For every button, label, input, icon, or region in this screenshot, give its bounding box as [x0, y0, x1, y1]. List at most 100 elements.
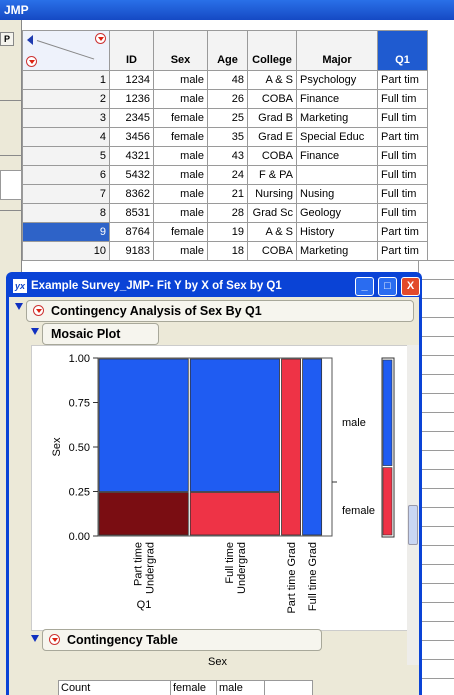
- cell-sex[interactable]: male: [153, 89, 208, 109]
- cell-major[interactable]: Nusing: [296, 184, 378, 204]
- row-number[interactable]: 2: [22, 89, 110, 109]
- table-row[interactable]: 2 1236 male 26 COBA Finance Full tim: [22, 89, 428, 109]
- cell-age[interactable]: 43: [207, 146, 248, 166]
- column-header-id[interactable]: ID: [109, 30, 154, 71]
- cell-major[interactable]: Marketing: [296, 241, 378, 261]
- row-number[interactable]: 9: [22, 222, 110, 242]
- scrollbar-thumb[interactable]: [408, 505, 418, 545]
- table-row[interactable]: 5 4321 male 43 COBA Finance Full tim: [22, 146, 428, 166]
- cell-college[interactable]: A & S: [247, 222, 297, 242]
- table-row[interactable]: 4 3456 female 35 Grad E Special Educ Part tim: [22, 127, 428, 147]
- mosaic-bar-male[interactable]: [98, 358, 189, 492]
- cell-q1[interactable]: Part tim: [377, 222, 428, 242]
- analysis-outline-header[interactable]: Contingency Analysis of Sex By Q1: [26, 300, 414, 322]
- column-header-age[interactable]: Age: [207, 30, 248, 71]
- row-number[interactable]: 4: [22, 127, 110, 147]
- cell-q1[interactable]: Full tim: [377, 108, 428, 128]
- report-window-title-bar[interactable]: yx Example Survey_JMP- Fit Y by X of Sex…: [9, 275, 420, 297]
- cell-id[interactable]: 1236: [109, 89, 154, 109]
- mosaic-plot-header[interactable]: Mosaic Plot: [42, 323, 159, 345]
- cell-college[interactable]: Grad B: [247, 108, 297, 128]
- mosaic-bar-male[interactable]: [302, 358, 323, 536]
- cell-major[interactable]: Geology: [296, 203, 378, 223]
- collapse-triangle-icon[interactable]: [15, 303, 23, 310]
- cell-sex[interactable]: male: [153, 241, 208, 261]
- row-number[interactable]: 3: [22, 108, 110, 128]
- cell-q1[interactable]: Full tim: [377, 165, 428, 185]
- table-row[interactable]: 9 8764 female 19 A & S History Part tim: [22, 222, 428, 242]
- mosaic-bar-female[interactable]: [281, 358, 301, 536]
- cell-sex[interactable]: male: [153, 203, 208, 223]
- cell-major[interactable]: [296, 165, 378, 185]
- row-number[interactable]: 8: [22, 203, 110, 223]
- collapse-triangle-icon[interactable]: [31, 635, 39, 642]
- cell-college[interactable]: A & S: [247, 70, 297, 90]
- cell-college[interactable]: Grad E: [247, 127, 297, 147]
- red-triangle-menu-icon[interactable]: [49, 634, 60, 645]
- row-number[interactable]: 6: [22, 165, 110, 185]
- cell-q1[interactable]: Full tim: [377, 89, 428, 109]
- cell-college[interactable]: COBA: [247, 89, 297, 109]
- cell-id[interactable]: 1234: [109, 70, 154, 90]
- cell-sex[interactable]: female: [153, 127, 208, 147]
- row-triangle-icon[interactable]: [27, 35, 33, 45]
- table-corner[interactable]: [22, 30, 110, 71]
- column-header-sex[interactable]: Sex: [153, 30, 208, 71]
- maximize-button[interactable]: □: [378, 277, 397, 296]
- cell-sex[interactable]: male: [153, 70, 208, 90]
- cell-major[interactable]: Special Educ: [296, 127, 378, 147]
- cell-major[interactable]: Marketing: [296, 108, 378, 128]
- cell-college[interactable]: F & PA: [247, 165, 297, 185]
- cell-q1[interactable]: Full tim: [377, 146, 428, 166]
- minimize-button[interactable]: _: [355, 277, 374, 296]
- panel-toggle-button[interactable]: P: [0, 32, 14, 46]
- cell-age[interactable]: 19: [207, 222, 248, 242]
- cell-q1[interactable]: Full tim: [377, 203, 428, 223]
- mosaic-bar-male[interactable]: [189, 358, 280, 492]
- cell-age[interactable]: 26: [207, 89, 248, 109]
- cell-id[interactable]: 8764: [109, 222, 154, 242]
- cell-major[interactable]: Psychology: [296, 70, 378, 90]
- cell-sex[interactable]: female: [153, 222, 208, 242]
- cell-sex[interactable]: female: [153, 108, 208, 128]
- mosaic-bar-female[interactable]: [98, 492, 189, 536]
- cell-sex[interactable]: male: [153, 146, 208, 166]
- cell-id[interactable]: 5432: [109, 165, 154, 185]
- cell-age[interactable]: 21: [207, 184, 248, 204]
- cell-age[interactable]: 28: [207, 203, 248, 223]
- table-row[interactable]: 8 8531 male 28 Grad Sc Geology Full tim: [22, 203, 428, 223]
- cell-sex[interactable]: male: [153, 184, 208, 204]
- cell-age[interactable]: 25: [207, 108, 248, 128]
- collapse-triangle-icon[interactable]: [31, 328, 39, 335]
- row-number[interactable]: 5: [22, 146, 110, 166]
- cell-q1[interactable]: Full tim: [377, 184, 428, 204]
- cell-age[interactable]: 35: [207, 127, 248, 147]
- cell-q1[interactable]: Part tim: [377, 127, 428, 147]
- cell-major[interactable]: Finance: [296, 89, 378, 109]
- cell-id[interactable]: 3456: [109, 127, 154, 147]
- red-triangle-menu-icon[interactable]: [26, 56, 37, 67]
- cell-age[interactable]: 24: [207, 165, 248, 185]
- table-row[interactable]: 3 2345 female 25 Grad B Marketing Full tim: [22, 108, 428, 128]
- table-row[interactable]: 7 8362 male 21 Nursing Nusing Full tim: [22, 184, 428, 204]
- cell-id[interactable]: 2345: [109, 108, 154, 128]
- cell-id[interactable]: 8362: [109, 184, 154, 204]
- cell-q1[interactable]: Part tim: [377, 241, 428, 261]
- cell-age[interactable]: 18: [207, 241, 248, 261]
- marginal-bar-male[interactable]: [382, 359, 393, 466]
- cell-college[interactable]: Grad Sc: [247, 203, 297, 223]
- mosaic-bar-female[interactable]: [189, 492, 280, 536]
- cell-college[interactable]: Nursing: [247, 184, 297, 204]
- cell-sex[interactable]: male: [153, 165, 208, 185]
- cell-major[interactable]: Finance: [296, 146, 378, 166]
- vertical-scrollbar[interactable]: [407, 345, 419, 665]
- cell-q1[interactable]: Part tim: [377, 70, 428, 90]
- red-triangle-menu-icon[interactable]: [33, 305, 44, 316]
- table-row[interactable]: 1 1234 male 48 A & S Psychology Part tim: [22, 70, 428, 90]
- cell-major[interactable]: History: [296, 222, 378, 242]
- cell-id[interactable]: 8531: [109, 203, 154, 223]
- row-number[interactable]: 7: [22, 184, 110, 204]
- table-row[interactable]: 10 9183 male 18 COBA Marketing Part tim: [22, 241, 428, 261]
- table-row[interactable]: 6 5432 male 24 F & PA Full tim: [22, 165, 428, 185]
- column-header-major[interactable]: Major: [296, 30, 378, 71]
